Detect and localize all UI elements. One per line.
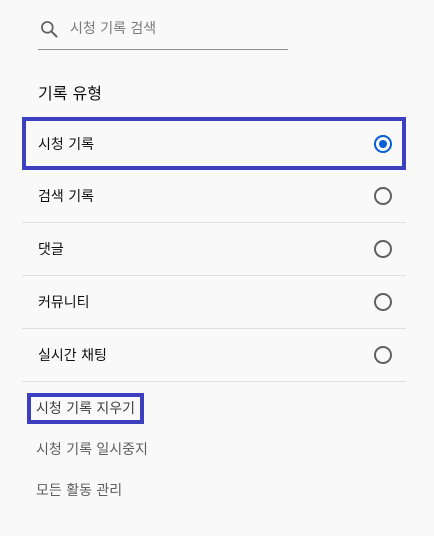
action-row-pause: 시청 기록 일시중지: [27, 434, 327, 475]
history-type-label: 검색 기록: [38, 189, 94, 205]
radio-unselected-icon[interactable]: [374, 187, 392, 205]
history-type-label: 댓글: [38, 242, 64, 258]
history-type-community[interactable]: 커뮤니티: [22, 276, 406, 329]
action-row-clear: 시청 기록 지우기: [27, 393, 327, 434]
section-title: 기록 유형: [38, 84, 102, 103]
history-type-label: 시청 기록: [38, 136, 94, 153]
clear-watch-history-button[interactable]: 시청 기록 지우기: [27, 393, 145, 424]
manage-all-activity-link[interactable]: 모든 활동 관리: [27, 475, 131, 506]
history-settings-panel: 기록 유형 시청 기록 검색 기록 댓글 커뮤니티 실시간 채팅 시청 기록 지…: [0, 0, 434, 536]
search-bar: [38, 14, 288, 50]
history-type-live-chat[interactable]: 실시간 채팅: [22, 329, 406, 382]
history-type-watch[interactable]: 시청 기록: [22, 117, 406, 170]
history-type-list: 시청 기록 검색 기록 댓글 커뮤니티 실시간 채팅: [22, 117, 406, 382]
radio-unselected-icon[interactable]: [374, 293, 392, 311]
pause-watch-history-button[interactable]: 시청 기록 일시중지: [27, 434, 157, 465]
search-icon[interactable]: [38, 18, 60, 40]
history-type-label: 실시간 채팅: [38, 348, 107, 364]
history-type-search[interactable]: 검색 기록: [22, 170, 406, 223]
radio-selected-icon[interactable]: [374, 134, 392, 153]
action-row-manage: 모든 활동 관리: [27, 475, 327, 516]
history-type-label: 커뮤니티: [38, 295, 90, 311]
history-type-comments[interactable]: 댓글: [22, 223, 406, 276]
radio-unselected-icon[interactable]: [374, 346, 392, 364]
search-input[interactable]: [70, 20, 270, 37]
history-actions: 시청 기록 지우기 시청 기록 일시중지 모든 활동 관리: [27, 393, 327, 516]
radio-unselected-icon[interactable]: [374, 240, 392, 258]
